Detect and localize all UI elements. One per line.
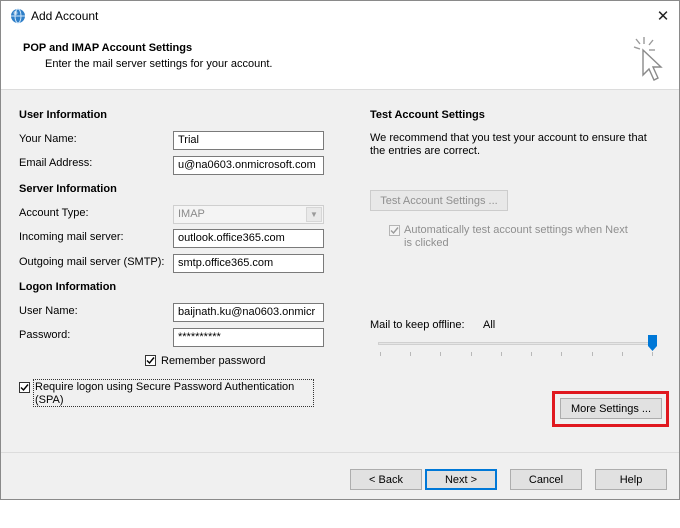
- slider-tick: [622, 352, 623, 356]
- checkmark-icon: [20, 384, 29, 392]
- window-title: Add Account: [31, 9, 99, 23]
- more-settings-highlight: [552, 391, 669, 427]
- spa-checkbox[interactable]: [19, 382, 30, 393]
- offline-slider-track[interactable]: [378, 342, 656, 345]
- auto-test-label[interactable]: Automatically test account settings when…: [404, 224, 628, 250]
- account-type-label: Account Type:: [19, 207, 89, 219]
- checkmark-icon: [390, 227, 399, 235]
- spa-label[interactable]: Require logon using Secure Password Auth…: [35, 381, 294, 407]
- test-account-settings-button[interactable]: Test Account Settings ...: [370, 190, 508, 211]
- close-icon[interactable]: ✕: [649, 4, 677, 28]
- server-information-heading: Server Information: [19, 183, 117, 195]
- outgoing-server-field[interactable]: smtp.office365.com: [173, 254, 324, 273]
- next-button[interactable]: Next >: [425, 469, 497, 490]
- outlook-globe-icon: [11, 8, 25, 24]
- slider-tick: [440, 352, 441, 356]
- user-information-heading: User Information: [19, 109, 108, 121]
- user-name-field[interactable]: baijnath.ku@na0603.onmicr: [173, 303, 324, 322]
- back-button[interactable]: < Back: [350, 469, 422, 490]
- mail-offline-value: All: [483, 319, 496, 331]
- logon-information-heading: Logon Information: [19, 281, 117, 293]
- help-button[interactable]: Help: [595, 469, 667, 490]
- your-name-field[interactable]: Trial: [173, 131, 324, 150]
- slider-tick: [561, 352, 562, 356]
- account-type-select: IMAP ▼: [173, 205, 324, 224]
- add-account-dialog: Add Account ✕ POP and IMAP Account Setti…: [0, 0, 680, 500]
- incoming-server-label: Incoming mail server:: [19, 231, 124, 243]
- account-type-value: IMAP: [178, 208, 205, 220]
- password-label: Password:: [19, 329, 71, 341]
- user-name-label: User Name:: [19, 305, 78, 317]
- your-name-label: Your Name:: [19, 133, 77, 145]
- test-account-heading: Test Account Settings: [370, 109, 485, 121]
- cancel-button[interactable]: Cancel: [510, 469, 582, 490]
- spa-label-line1: Require logon using Secure Password Auth…: [35, 381, 295, 393]
- remember-password-checkbox[interactable]: [145, 355, 156, 366]
- auto-test-label-line2: is clicked: [404, 237, 449, 249]
- cursor-click-icon: [633, 37, 663, 81]
- test-description: We recommend that you test your account …: [370, 132, 647, 158]
- email-address-label: Email Address:: [19, 157, 93, 169]
- mail-offline-label: Mail to keep offline:: [370, 319, 465, 331]
- slider-tick: [501, 352, 502, 356]
- test-description-line2: the entries are correct.: [370, 145, 481, 157]
- auto-test-label-line1: Automatically test account settings when…: [404, 224, 628, 236]
- auto-test-checkbox[interactable]: [389, 225, 400, 236]
- header-title: POP and IMAP Account Settings: [23, 42, 193, 54]
- slider-tick: [592, 352, 593, 356]
- remember-password-label[interactable]: Remember password: [161, 355, 266, 367]
- incoming-server-field[interactable]: outlook.office365.com: [173, 229, 324, 248]
- slider-tick: [652, 352, 653, 356]
- slider-tick: [471, 352, 472, 356]
- slider-tick: [410, 352, 411, 356]
- dropdown-arrow-icon: ▼: [306, 207, 322, 222]
- header-subtitle: Enter the mail server settings for your …: [45, 58, 273, 70]
- email-address-field[interactable]: u@na0603.onmicrosoft.com: [173, 156, 324, 175]
- outgoing-server-label: Outgoing mail server (SMTP):: [19, 256, 165, 268]
- slider-tick: [531, 352, 532, 356]
- checkmark-icon: [146, 357, 155, 365]
- spa-label-line2: (SPA): [35, 394, 64, 406]
- slider-thumb-icon[interactable]: [648, 335, 657, 351]
- slider-tick: [380, 352, 381, 356]
- password-field[interactable]: **********: [173, 328, 324, 347]
- dialog-header: POP and IMAP Account Settings Enter the …: [1, 31, 679, 90]
- test-description-line1: We recommend that you test your account …: [370, 132, 647, 144]
- footer-separator: [1, 452, 679, 453]
- title-bar: Add Account ✕: [1, 1, 679, 31]
